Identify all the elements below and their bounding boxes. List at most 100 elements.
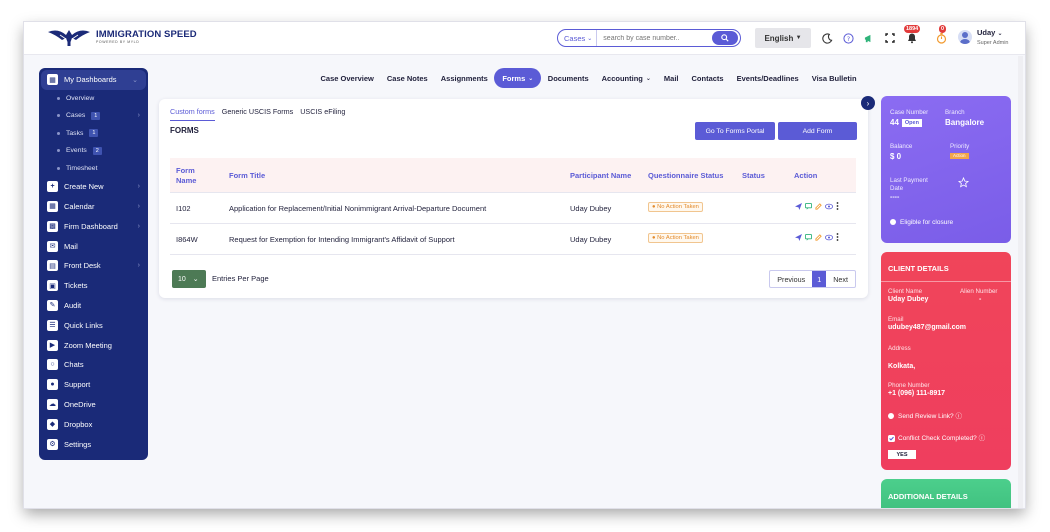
tab-contacts[interactable]: Contacts <box>685 68 730 88</box>
page-scrollbar[interactable] <box>1018 56 1023 508</box>
table-row: I102 Application for Replacement/Initial… <box>170 193 856 224</box>
sidebar-sub-cases[interactable]: Cases 1 › <box>39 107 148 124</box>
chevron-down-icon: ⌄ <box>587 35 593 42</box>
sidebar-sub-overview[interactable]: Overview <box>39 90 148 107</box>
pagination: Previous 1 Next <box>769 270 856 288</box>
sidebar-item-dropbox[interactable]: ◆ Dropbox <box>39 414 148 434</box>
count-badge: 2 <box>92 146 102 155</box>
dark-mode-toggle[interactable] <box>820 31 834 45</box>
previous-page-button[interactable]: Previous <box>770 271 812 287</box>
search-button[interactable] <box>712 31 738 45</box>
tab-forms[interactable]: Forms ⌄ <box>494 68 542 88</box>
status-badge: Open <box>901 118 922 127</box>
fullscreen-button[interactable] <box>883 31 897 45</box>
sidebar-item-front-desk[interactable]: ▤ Front Desk › <box>39 256 148 276</box>
forms-subtabs: Custom forms Generic USCIS Forms USCIS e… <box>170 107 352 121</box>
edit-icon[interactable] <box>815 202 822 210</box>
notifications-button[interactable]: 1894 <box>904 25 921 45</box>
sidebar-item-audit[interactable]: ✎ Audit <box>39 296 148 316</box>
edit-icon[interactable] <box>815 233 822 241</box>
app-window: IMMIGRATION SPEED POWERED BY MYLD Cases ⌄… <box>24 22 1025 508</box>
case-number: 44 Open <box>890 118 922 127</box>
more-vertical-icon[interactable] <box>836 202 839 210</box>
sidebar-sub-events[interactable]: Events 2 <box>39 142 148 159</box>
next-page-button[interactable]: Next <box>826 271 855 287</box>
col-form-name: Form Name <box>176 166 197 185</box>
balance-label: Balance <box>890 143 913 150</box>
search-input[interactable] <box>597 34 708 42</box>
chevron-right-icon: › <box>137 222 140 230</box>
last-payment-value: ---- <box>890 194 900 201</box>
current-page-button[interactable]: 1 <box>812 271 827 287</box>
sidebar-item-chats[interactable]: ○ Chats <box>39 355 148 375</box>
tab-mail[interactable]: Mail <box>657 68 685 88</box>
tab-case-notes[interactable]: Case Notes <box>380 68 434 88</box>
send-icon[interactable] <box>795 202 802 210</box>
chevron-right-icon: › <box>137 202 140 210</box>
more-vertical-icon[interactable] <box>836 233 839 241</box>
go-to-forms-portal-button[interactable]: Go To Forms Portal <box>695 122 775 140</box>
tab-visa-bulletin[interactable]: Visa Bulletin <box>805 68 863 88</box>
chevron-down-icon: ⌄ <box>528 75 534 82</box>
alien-number-label: Alien Number <box>960 288 998 295</box>
entries-per-page-select[interactable]: 10 ⌄ <box>172 270 206 288</box>
collapse-panel-button[interactable]: › <box>861 96 875 110</box>
view-icon[interactable] <box>825 234 833 241</box>
client-details-card: CLIENT DETAILS Client Name Uday Dubey Al… <box>881 252 1011 470</box>
sidebar-sub-timesheet[interactable]: Timesheet <box>39 159 148 176</box>
announcement-button[interactable] <box>862 31 876 45</box>
sidebar-item-my-dashboards[interactable]: ▦ My Dashboards ⌄ <box>41 70 146 90</box>
tab-accounting[interactable]: Accounting ⌄ <box>595 68 657 88</box>
client-details-title: CLIENT DETAILS <box>888 264 949 273</box>
sidebar-item-zoom-meeting[interactable]: ▶ Zoom Meeting <box>39 335 148 355</box>
additional-details-card[interactable]: ADDITIONAL DETAILS <box>881 479 1011 508</box>
sidebar-item-onedrive[interactable]: ☁ OneDrive <box>39 395 148 415</box>
view-icon[interactable] <box>825 203 833 210</box>
chat-icon[interactable] <box>805 202 812 210</box>
sidebar-sub-tasks[interactable]: Tasks 1 <box>39 125 148 142</box>
avatar <box>958 30 972 45</box>
send-review-link-toggle[interactable]: Send Review Link? ⓘ <box>888 410 962 420</box>
star-icon[interactable] <box>957 175 970 193</box>
tab-documents[interactable]: Documents <box>541 68 595 88</box>
sidebar-item-tickets[interactable]: ▣ Tickets <box>39 276 148 296</box>
user-menu[interactable]: Uday ⌄ Super Admin <box>958 28 1009 46</box>
additional-details-title: ADDITIONAL DETAILS <box>888 492 968 501</box>
col-questionnaire-status: Questionnaire Status <box>648 171 724 180</box>
table-header: Form Name Form Title Participant Name Qu… <box>170 158 856 193</box>
send-icon[interactable] <box>795 233 802 241</box>
timer-button[interactable]: 0 <box>934 25 948 45</box>
sidebar-item-quick-links[interactable]: ☰ Quick Links <box>39 315 148 335</box>
subtab-generic-uscis-forms[interactable]: Generic USCIS Forms <box>222 107 294 121</box>
sidebar-item-create-new[interactable]: + Create New › <box>39 177 148 197</box>
tab-case-overview[interactable]: Case Overview <box>314 68 380 88</box>
tab-events-deadlines[interactable]: Events/Deadlines <box>730 68 805 88</box>
sidebar-item-mail[interactable]: ✉ Mail <box>39 236 148 256</box>
notification-count-badge: 1894 <box>904 25 921 33</box>
conflict-check-checkbox[interactable]: Conflict Check Completed? ⓘ <box>888 432 985 442</box>
email-value: udubey487@gmail.com <box>888 324 967 331</box>
help-button[interactable]: ? <box>841 31 855 45</box>
brand-logo[interactable]: IMMIGRATION SPEED POWERED BY MYLD <box>46 26 197 48</box>
chat-icon[interactable] <box>805 233 812 241</box>
eligible-for-closure-toggle[interactable]: Eligible for closure <box>890 219 953 226</box>
search-scope-select[interactable]: Cases ⌄ <box>558 30 598 46</box>
subtab-uscis-efiling[interactable]: USCIS eFiling <box>300 107 345 121</box>
col-form-title: Form Title <box>229 171 266 180</box>
chevron-down-icon: ⌄ <box>132 76 138 84</box>
add-form-button[interactable]: Add Form <box>778 122 857 140</box>
sidebar-item-firm-dashboard[interactable]: ▩ Firm Dashboard › <box>39 216 148 236</box>
chevron-right-icon: › <box>866 98 870 108</box>
chevron-right-icon: › <box>137 112 140 120</box>
sidebar-item-calendar[interactable]: ▦ Calendar › <box>39 197 148 217</box>
megaphone-icon <box>864 34 870 42</box>
case-search: Cases ⌄ <box>557 29 741 47</box>
subtab-custom-forms[interactable]: Custom forms <box>170 107 215 121</box>
sidebar-item-support[interactable]: ● Support <box>39 375 148 395</box>
building-icon: ▩ <box>47 220 58 232</box>
sidebar-item-settings[interactable]: ⚙ Settings <box>39 434 148 454</box>
caret-down-icon: ▼ <box>795 35 802 41</box>
chevron-down-icon: ⌄ <box>645 75 651 82</box>
tab-assignments[interactable]: Assignments <box>434 68 494 88</box>
language-select[interactable]: English ▼ <box>755 28 811 48</box>
